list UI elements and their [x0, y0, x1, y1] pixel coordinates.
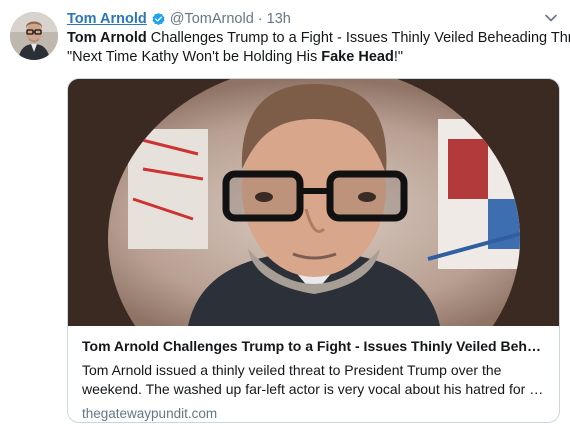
card-title[interactable]: Tom Arnold Challenges Trump to a Fight -… — [82, 337, 547, 355]
separator-dot: · — [257, 11, 263, 27]
tweet-text-line-1: Tom Arnold Challenges Trump to a Fight -… — [67, 29, 570, 48]
author-handle[interactable]: @TomArnold — [170, 11, 254, 27]
tweet-text: Tom Arnold Challenges Trump to a Fight -… — [67, 29, 570, 67]
tweet-header: Tom Arnold @TomArnold · 13h — [67, 9, 540, 29]
chevron-down-icon[interactable] — [544, 11, 558, 25]
card-text: Tom Arnold Challenges Trump to a Fight -… — [82, 337, 547, 422]
tweet-text-line-2: "Next Time Kathy Won't be Holding His Fa… — [67, 48, 562, 67]
card-domain[interactable]: thegatewaypundit.com — [82, 405, 547, 422]
link-preview-card[interactable]: Tom Arnold Challenges Trump to a Fight -… — [67, 78, 560, 423]
card-description: Tom Arnold issued a thinly veiled threat… — [82, 361, 547, 399]
tweet-text-quote-end: !" — [393, 49, 403, 65]
tweet-text-headline: Challenges Trump to a Fight - Issues Thi… — [146, 30, 570, 46]
verified-badge-icon — [151, 12, 166, 27]
tweet-text-bold-phrase: Fake Head — [321, 49, 394, 65]
card-image[interactable] — [68, 79, 559, 326]
avatar[interactable] — [10, 12, 58, 60]
tweet: Tom Arnold @TomArnold · 13h Tom Arnold C… — [0, 0, 570, 424]
tweet-text-bold-name: Tom Arnold — [67, 30, 147, 46]
card-description-line-1: Tom Arnold issued a thinly veiled threat… — [82, 362, 502, 378]
card-description-line-2: weekend. The washed up far-left actor is… — [82, 381, 547, 397]
tweet-text-quote-start: "Next Time Kathy Won't be Holding His — [67, 49, 322, 65]
author-name[interactable]: Tom Arnold — [67, 11, 147, 27]
tweet-timestamp[interactable]: 13h — [267, 11, 291, 27]
